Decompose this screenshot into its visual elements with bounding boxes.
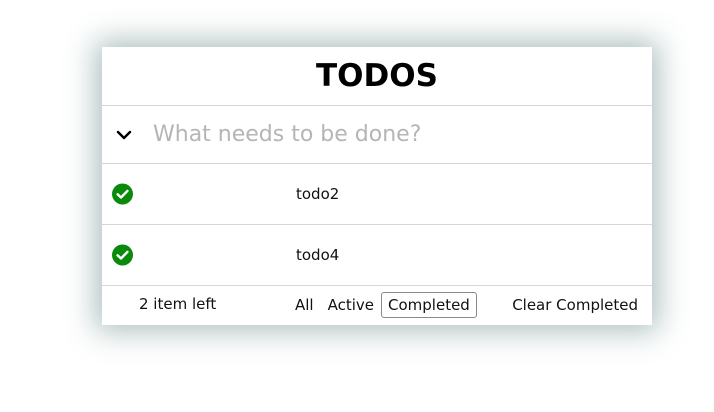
toggle-all-button[interactable] [104,115,144,155]
new-todo-input[interactable] [153,114,652,155]
check-circle-icon [112,244,133,266]
new-todo-row [102,106,652,164]
todo-item: todo4 [102,225,652,286]
chevron-down-icon [116,130,132,139]
filter-active[interactable]: Active [321,292,381,318]
filter-all[interactable]: All [288,292,321,318]
todo-label[interactable]: todo2 [296,185,339,203]
clear-completed-button[interactable]: Clear Completed [512,296,638,314]
footer: 2 item left All Active Completed Clear C… [102,286,652,325]
check-circle-icon [112,183,133,205]
filter-completed[interactable]: Completed [381,292,477,318]
completed-toggle[interactable] [112,244,133,266]
items-left-count: 2 item left [139,295,217,313]
filter-list: All Active Completed [288,292,477,318]
app-title: TODOS [102,47,652,106]
todo-item: todo2 [102,164,652,225]
todo-app: TODOS todo2 todo4 2 item left [102,47,652,325]
completed-toggle[interactable] [112,183,133,205]
todo-label[interactable]: todo4 [296,246,339,264]
